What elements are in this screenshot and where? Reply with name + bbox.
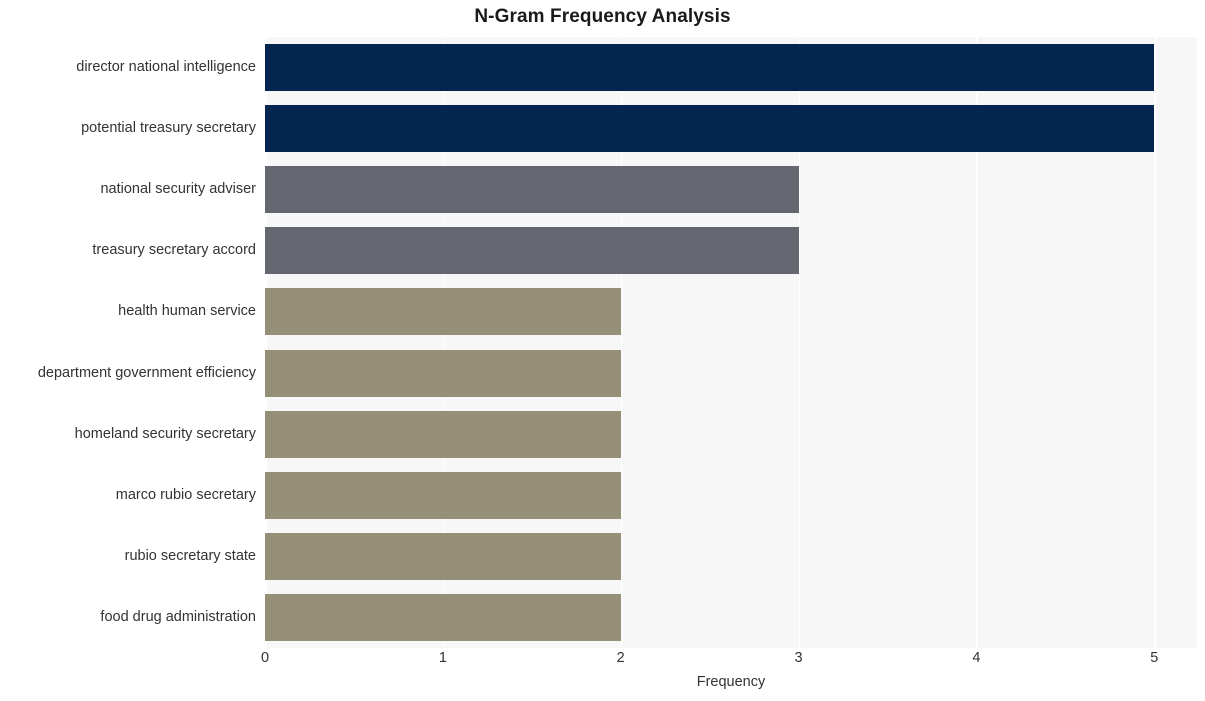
x-axis-tick-2: 2: [616, 650, 625, 666]
x-axis-tick-labels: 0 1 2 3 4 5: [261, 650, 1197, 672]
y-axis-label: national security adviser: [100, 181, 256, 198]
x-axis-tick-4: 4: [972, 650, 981, 666]
y-axis-label: homeland security secretary: [74, 425, 256, 442]
bar: [265, 227, 799, 275]
y-axis-label: rubio secretary state: [124, 547, 256, 564]
bar: [265, 593, 621, 641]
bar: [265, 410, 621, 458]
bar: [265, 166, 799, 214]
chart-title: N-Gram Frequency Analysis: [474, 6, 731, 27]
y-axis-label: health human service: [118, 303, 256, 320]
x-axis-tick-1: 1: [438, 650, 447, 666]
bar: [265, 44, 1155, 92]
chart-container: N-Gram Frequency Analysis director natio…: [0, 0, 1205, 701]
plot-area: [265, 37, 1197, 648]
bar: [265, 471, 621, 519]
y-axis-label: potential treasury secretary: [81, 120, 256, 137]
y-axis-label: marco rubio secretary: [115, 486, 256, 503]
bar: [265, 105, 1155, 153]
y-axis-label: director national intelligence: [76, 59, 256, 76]
x-axis-tick-3: 3: [794, 650, 803, 666]
x-axis-tick-5: 5: [1150, 650, 1159, 666]
bars-layer: [265, 37, 1197, 648]
y-axis-label: food drug administration: [100, 608, 256, 625]
y-axis-labels: director national intelligence potential …: [0, 37, 256, 648]
bar: [265, 288, 621, 336]
y-axis-label: treasury secretary accord: [92, 242, 256, 259]
x-axis-tick-0: 0: [260, 650, 270, 666]
y-axis-label: department government efficiency: [37, 364, 256, 381]
bar: [265, 349, 621, 397]
x-axis-title: Frequency: [696, 674, 766, 690]
bar: [265, 532, 621, 580]
